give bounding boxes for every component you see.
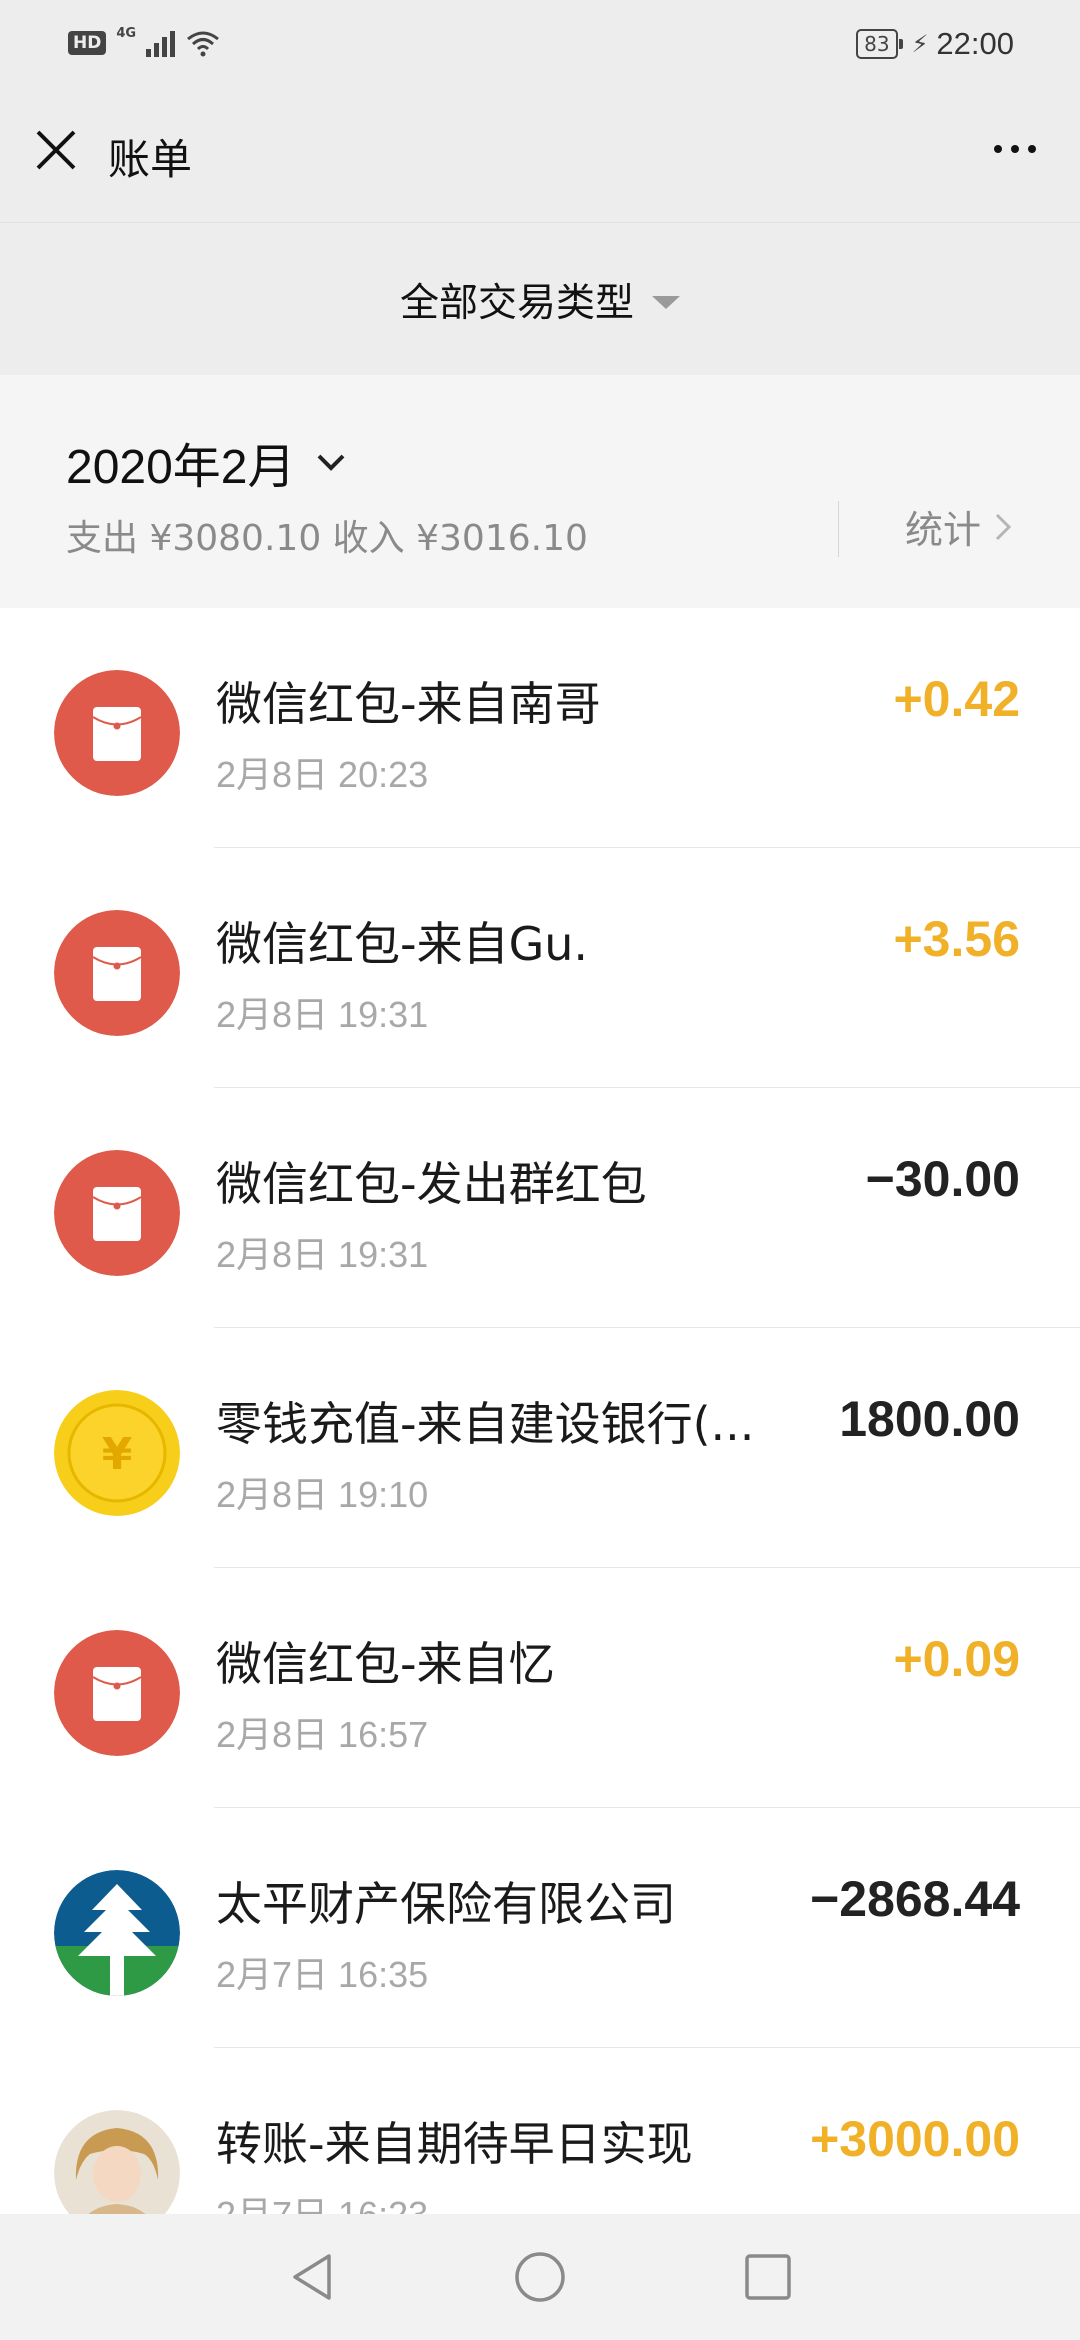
stats-button[interactable]: 统计	[905, 499, 1017, 554]
red-packet-icon	[54, 1150, 180, 1276]
status-bar: HD 4G 83 ⚡ 22:00	[0, 0, 1080, 90]
transaction-amount: +3000.00	[810, 2111, 1020, 2167]
month-totals: 支出 ¥3080.10 收入 ¥3016.10	[66, 518, 588, 559]
recents-square-icon	[745, 2254, 791, 2300]
transaction-title: 微信红包-发出群红包	[216, 1157, 647, 1211]
back-button[interactable]	[282, 2247, 342, 2307]
bill-page: HD 4G 83 ⚡ 22:00 账单 全部交易类型 2020年2月 支出 ¥3…	[0, 0, 1080, 2340]
transaction-amount: +0.42	[893, 671, 1020, 727]
red-packet-icon	[54, 670, 180, 796]
transaction-date: 2月8日 19:31	[216, 1234, 429, 1275]
system-navigation-bar	[0, 2214, 1080, 2340]
insurance-logo-icon	[54, 1870, 180, 1996]
yuan-coin-icon: ¥	[54, 1390, 180, 1516]
transaction-row[interactable]: 微信红包-来自南哥 2月8日 20:23 +0.42	[0, 608, 1080, 848]
caret-down-icon	[652, 296, 680, 309]
transaction-amount: −30.00	[865, 1151, 1020, 1207]
chevron-down-icon	[318, 454, 345, 471]
transaction-date: 2月7日 16:35	[216, 1954, 429, 1995]
transaction-row[interactable]: 微信红包-来自Gu. 2月8日 19:31 +3.56	[0, 848, 1080, 1088]
battery-icon: 83	[856, 29, 904, 59]
user-avatar	[54, 2110, 180, 2214]
page-title: 账单	[108, 135, 193, 184]
transaction-date: 2月8日 19:31	[216, 994, 429, 1035]
transaction-date: 2月8日 19:10	[216, 1474, 429, 1515]
nav-bar: 账单	[0, 90, 1080, 222]
transaction-amount: 1800.00	[839, 1391, 1020, 1447]
more-dot-icon	[994, 145, 1002, 153]
red-packet-icon	[54, 1630, 180, 1756]
more-dot-icon	[1028, 145, 1036, 153]
home-button[interactable]	[510, 2247, 570, 2307]
more-dot-icon	[1011, 145, 1019, 153]
filter-label: 全部交易类型	[399, 280, 634, 326]
transaction-date: 2月7日 16:23	[216, 2186, 428, 2214]
chevron-right-icon	[995, 513, 1012, 540]
network-type: 4G	[116, 26, 137, 41]
status-right: 83 ⚡ 22:00	[856, 26, 1014, 62]
transaction-amount: +0.09	[893, 1631, 1020, 1687]
transaction-title: 太平财产保险有限公司	[216, 1877, 676, 1931]
transaction-row[interactable]: 太平财产保险有限公司 2月7日 16:35 −2868.44	[0, 1808, 1080, 2048]
signal-icon	[146, 29, 176, 57]
transaction-date: 2月8日 16:57	[216, 1714, 429, 1755]
transaction-amount: −2868.44	[810, 1871, 1020, 1927]
transaction-title: 转账-来自期待早日实现	[216, 2117, 693, 2171]
transaction-title: 零钱充值-来自建设银行(...	[216, 1397, 755, 1451]
month-selector[interactable]: 2020年2月	[66, 427, 349, 497]
transaction-title: 微信红包-来自Gu.	[216, 917, 589, 971]
month-label: 2020年2月	[66, 441, 296, 494]
more-button[interactable]	[980, 124, 1050, 174]
red-packet-icon	[54, 910, 180, 1036]
transaction-date: 2月8日 20:23	[216, 754, 429, 795]
hd-badge: HD	[68, 31, 107, 55]
svg-text:¥: ¥	[102, 1429, 133, 1480]
transaction-title: 微信红包-来自南哥	[216, 677, 601, 731]
status-left: HD 4G	[68, 26, 221, 58]
recents-button[interactable]	[738, 2247, 798, 2307]
divider	[838, 501, 839, 557]
transaction-row[interactable]: ¥ 零钱充值-来自建设银行(... 2月8日 19:10 1800.00	[0, 1328, 1080, 1568]
stats-label: 统计	[905, 508, 982, 552]
transaction-amount: +3.56	[893, 911, 1020, 967]
transaction-type-filter[interactable]: 全部交易类型	[0, 222, 1080, 376]
transaction-title: 微信红包-来自忆	[216, 1637, 555, 1691]
transaction-list: 微信红包-来自南哥 2月8日 20:23 +0.42 微信红包-来自Gu. 2月…	[0, 608, 1080, 2214]
transaction-row[interactable]: 转账-来自期待早日实现 2月7日 16:23 +3000.00	[0, 2048, 1080, 2214]
charging-icon: ⚡	[911, 30, 929, 58]
wifi-icon	[187, 31, 219, 57]
month-summary: 2020年2月 支出 ¥3080.10 收入 ¥3016.10 统计	[0, 375, 1080, 608]
close-icon	[36, 130, 76, 170]
transaction-row[interactable]: 微信红包-来自忆 2月8日 16:57 +0.09	[0, 1568, 1080, 1808]
status-time: 22:00	[936, 26, 1014, 61]
close-button[interactable]	[26, 120, 86, 180]
back-triangle-icon	[293, 2254, 331, 2300]
home-circle-icon	[515, 2252, 565, 2302]
transaction-row[interactable]: 微信红包-发出群红包 2月8日 19:31 −30.00	[0, 1088, 1080, 1328]
